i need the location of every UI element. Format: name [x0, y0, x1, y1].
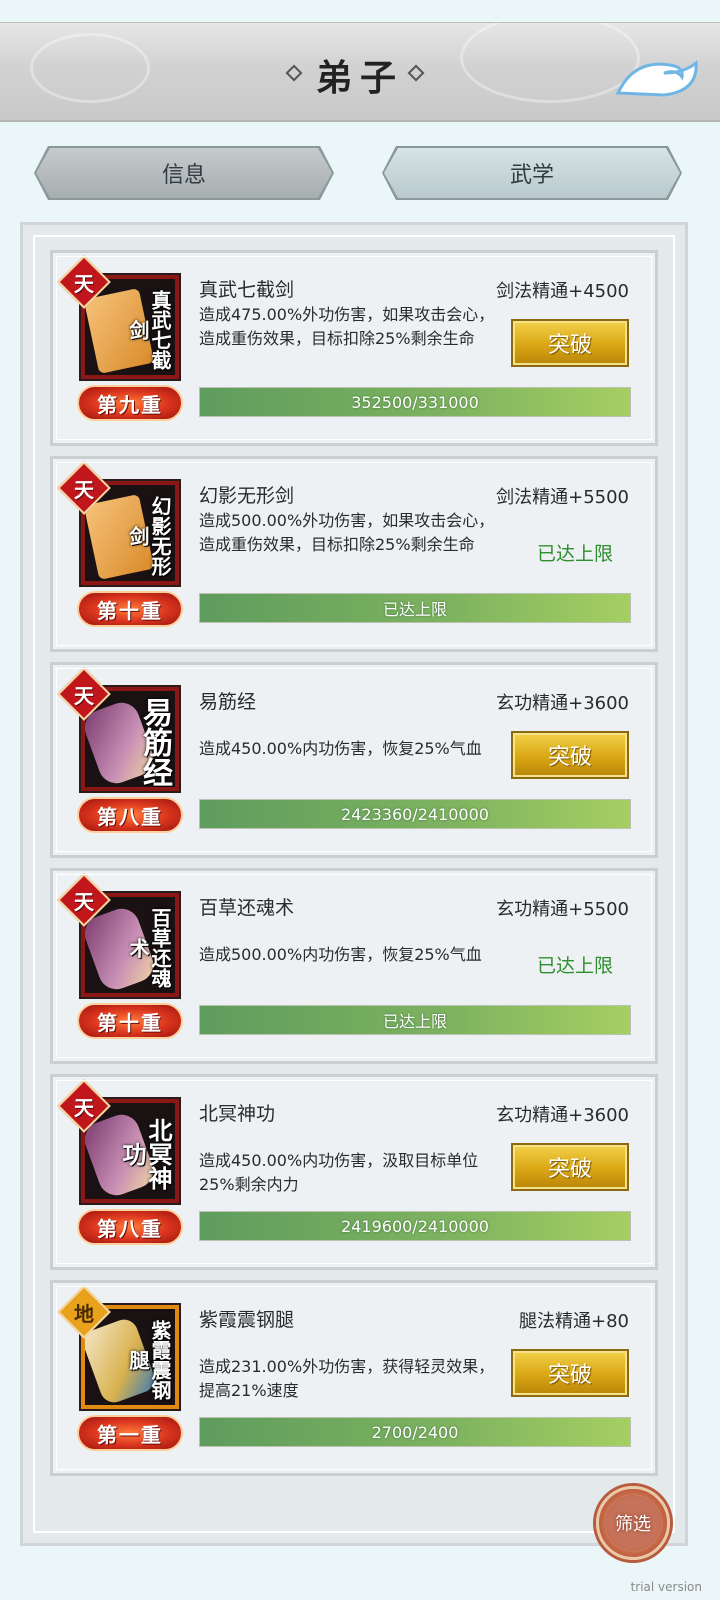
- tab-martial-arts-label: 武学: [509, 163, 554, 188]
- breakthrough-button[interactable]: 突破: [511, 731, 629, 779]
- skill-progress-bar: 已达上限: [199, 1005, 631, 1035]
- skill-icon-label: 幻影无形剑: [126, 496, 172, 576]
- skill-name: 百草还魂术: [199, 897, 295, 919]
- breakthrough-button[interactable]: 突破: [511, 1143, 629, 1191]
- skill-grade: 天: [74, 477, 94, 502]
- skill-progress-bar: 2419600/2410000: [199, 1211, 631, 1241]
- skill-level-badge: 第十重: [77, 591, 183, 627]
- filter-button[interactable]: 筛选: [596, 1486, 670, 1560]
- skill-grade: 天: [74, 889, 94, 914]
- skill-description: 造成500.00%内功伤害，恢复25%气血: [199, 945, 482, 964]
- skill-icon-label: 易筋经: [137, 697, 172, 787]
- progress-text: 已达上限: [382, 1012, 447, 1031]
- skill-mastery: 玄功精通+5500: [496, 899, 629, 920]
- progress-text: 2423360/2410000: [341, 804, 489, 824]
- filter-button-label: 筛选: [605, 1495, 661, 1551]
- tab-info-label: 信息: [161, 163, 206, 188]
- skill-description: 造成450.00%内功伤害，汲取目标单位25%剩余内力: [199, 1151, 479, 1194]
- skill-card[interactable]: 紫霞震钢腿 地 第一重 紫霞震钢腿 腿法精通+80 造成231.00%外功伤害，…: [50, 1280, 658, 1476]
- skill-icon-label: 真武七截剑: [126, 290, 172, 370]
- skill-grade: 天: [74, 1095, 94, 1120]
- skill-card[interactable]: 百草还魂术 天 第十重 百草还魂术 玄功精通+5500 造成500.00%内功伤…: [50, 868, 658, 1064]
- skill-level-badge: 第十重: [77, 1003, 183, 1039]
- breakthrough-button[interactable]: 突破: [511, 1349, 629, 1397]
- skill-level-badge: 第九重: [77, 385, 183, 421]
- skill-description: 造成450.00%内功伤害，恢复25%气血: [199, 739, 482, 758]
- skill-description: 造成475.00%外功伤害，如果攻击会心，造成重伤效果，目标扣除25%剩余生命: [199, 305, 495, 348]
- max-level-status: 已达上限: [536, 543, 613, 565]
- skill-name: 紫霞震钢腿: [199, 1309, 295, 1331]
- skill-level-badge: 第八重: [77, 797, 183, 833]
- skill-name: 幻影无形剑: [199, 485, 295, 507]
- skill-card[interactable]: 易筋经 天 第八重 易筋经 玄功精通+3600 造成450.00%内功伤害，恢复…: [50, 662, 658, 858]
- skill-mastery: 剑法精通+4500: [496, 281, 629, 302]
- skill-icon-label: 紫霞震钢腿: [126, 1320, 172, 1400]
- skill-mastery: 剑法精通+5500: [496, 487, 629, 508]
- skill-description: 造成500.00%外功伤害，如果攻击会心，造成重伤效果，目标扣除25%剩余生命: [199, 511, 495, 554]
- watermark: trial version: [630, 1580, 702, 1594]
- skill-mastery: 玄功精通+3600: [496, 1105, 629, 1126]
- skill-progress-bar: 已达上限: [199, 593, 631, 623]
- progress-text: 已达上限: [382, 600, 447, 619]
- skill-name: 易筋经: [199, 691, 257, 713]
- skill-card[interactable]: 真武七截剑 天 第九重 真武七截剑 剑法精通+4500 造成475.00%外功伤…: [50, 250, 658, 446]
- progress-text: 2700/2400: [371, 1422, 459, 1442]
- max-level-status: 已达上限: [536, 955, 613, 977]
- skill-name: 北冥神功: [199, 1103, 276, 1125]
- breakthrough-button[interactable]: 突破: [511, 319, 629, 367]
- page-title: 弟子: [315, 57, 404, 99]
- top-header: 弟子: [0, 22, 720, 122]
- tab-martial-arts[interactable]: 武学: [384, 148, 680, 198]
- skill-mastery: 腿法精通+80: [519, 1311, 629, 1332]
- skill-grade: 天: [74, 683, 94, 708]
- skill-name: 真武七截剑: [199, 279, 295, 301]
- skill-mastery: 玄功精通+3600: [496, 693, 629, 714]
- skill-grade: 地: [74, 1301, 94, 1326]
- back-cloud-icon[interactable]: [614, 51, 700, 101]
- skill-card[interactable]: 北冥神功 天 第八重 北冥神功 玄功精通+3600 造成450.00%内功伤害，…: [50, 1074, 658, 1270]
- skill-card[interactable]: 幻影无形剑 天 第十重 幻影无形剑 剑法精通+5500 造成500.00%外功伤…: [50, 456, 658, 652]
- skill-level-badge: 第八重: [77, 1209, 183, 1245]
- skill-description: 造成231.00%外功伤害，获得轻灵效果，提高21%速度: [199, 1357, 495, 1400]
- skill-progress-bar: 2423360/2410000: [199, 799, 631, 829]
- tab-info[interactable]: 信息: [36, 148, 332, 198]
- skill-progress-bar: 352500/331000: [199, 387, 631, 417]
- skill-grade: 天: [74, 271, 94, 296]
- skill-level-badge: 第一重: [77, 1415, 183, 1451]
- progress-text: 352500/331000: [351, 392, 479, 412]
- skill-progress-bar: 2700/2400: [199, 1417, 631, 1447]
- skill-icon-label: 百草还魂术: [126, 908, 172, 988]
- progress-text: 2419600/2410000: [341, 1216, 489, 1236]
- skill-icon-label: 北冥神功: [118, 1118, 173, 1190]
